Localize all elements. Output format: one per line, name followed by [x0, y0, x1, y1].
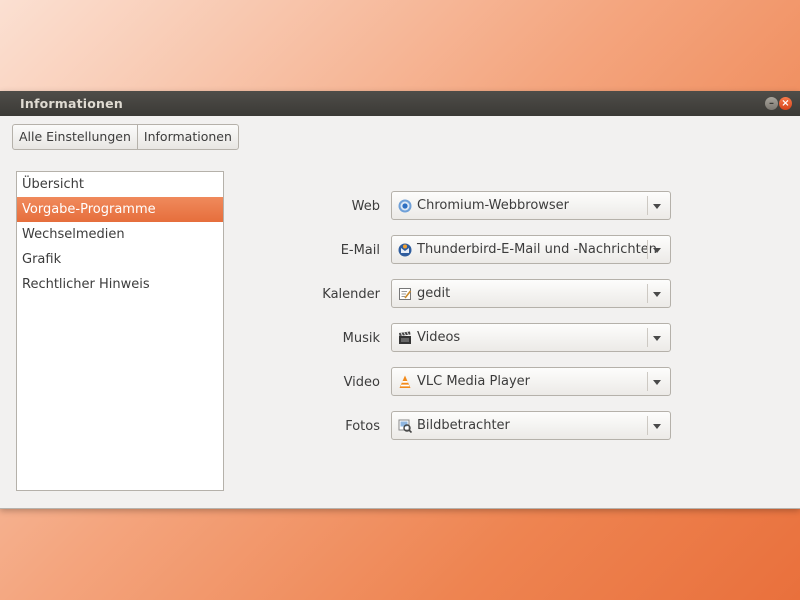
- video-separator: [647, 372, 648, 391]
- chromium-icon: [398, 199, 412, 213]
- music-combobox[interactable]: Videos: [391, 323, 671, 352]
- image-viewer-icon: [398, 419, 412, 433]
- vlc-icon: [399, 375, 411, 388]
- title-bar[interactable]: Informationen – ×: [0, 91, 800, 116]
- photos-value: Bildbetrachter: [417, 418, 510, 433]
- calendar-combobox[interactable]: gedit: [391, 279, 671, 308]
- music-label: Musik: [342, 331, 380, 346]
- sidebar-item-default-programs[interactable]: Vorgabe-Programme: [17, 197, 223, 222]
- music-row: Musik Videos: [300, 323, 672, 354]
- breadcrumb: Alle Einstellungen Informationen: [12, 124, 239, 150]
- chevron-down-icon: [653, 292, 661, 297]
- web-value: Chromium-Webbrowser: [417, 198, 570, 213]
- breadcrumb-all-settings[interactable]: Alle Einstellungen: [13, 125, 137, 149]
- music-separator: [647, 328, 648, 347]
- sidebar-item-overview[interactable]: Übersicht: [17, 172, 223, 197]
- sidebar-item-graphics[interactable]: Grafik: [17, 247, 223, 272]
- email-row: E-Mail Thunderbird-E-Mail und -Nachricht…: [300, 235, 672, 266]
- chevron-down-icon: [653, 380, 661, 385]
- settings-window: Informationen – × Alle Einstellungen Inf…: [0, 91, 800, 509]
- email-label: E-Mail: [340, 243, 380, 258]
- calendar-separator: [647, 284, 648, 303]
- close-button[interactable]: ×: [779, 97, 792, 110]
- sidebar-item-legal-notice[interactable]: Rechtlicher Hinweis: [17, 272, 223, 297]
- sidebar-item-removable-media[interactable]: Wechselmedien: [17, 222, 223, 247]
- gedit-icon: [399, 288, 412, 300]
- video-value: VLC Media Player: [417, 374, 530, 389]
- window-title: Informationen: [20, 96, 123, 111]
- chevron-down-icon: [653, 248, 661, 253]
- minimize-button[interactable]: –: [765, 97, 778, 110]
- chevron-down-icon: [653, 424, 661, 429]
- photos-row: Fotos Bildbetrachter: [300, 411, 672, 442]
- calendar-label: Kalender: [322, 287, 380, 302]
- chevron-down-icon: [653, 204, 661, 209]
- web-label: Web: [351, 199, 380, 214]
- email-value: Thunderbird-E-Mail und -Nachrichten: [417, 242, 657, 257]
- thunderbird-icon: [398, 243, 412, 257]
- web-combobox[interactable]: Chromium-Webbrowser: [391, 191, 671, 220]
- sidebar-list: Übersicht Vorgabe-Programme Wechselmedie…: [16, 171, 224, 491]
- video-combobox[interactable]: VLC Media Player: [391, 367, 671, 396]
- web-row: Web Chromium-Webbrowser: [300, 191, 672, 222]
- photos-separator: [647, 416, 648, 435]
- chevron-down-icon: [653, 336, 661, 341]
- calendar-row: Kalender gedit: [300, 279, 672, 310]
- email-combobox[interactable]: Thunderbird-E-Mail und -Nachrichten: [391, 235, 671, 264]
- email-separator: [647, 240, 648, 259]
- photos-label: Fotos: [345, 419, 380, 434]
- videos-icon: [399, 331, 411, 344]
- web-separator: [647, 196, 648, 215]
- video-label: Video: [343, 375, 380, 390]
- breadcrumb-information[interactable]: Informationen: [136, 125, 238, 149]
- music-value: Videos: [417, 330, 461, 345]
- photos-combobox[interactable]: Bildbetrachter: [391, 411, 671, 440]
- video-row: Video VLC Media Player: [300, 367, 672, 398]
- calendar-value: gedit: [417, 286, 451, 301]
